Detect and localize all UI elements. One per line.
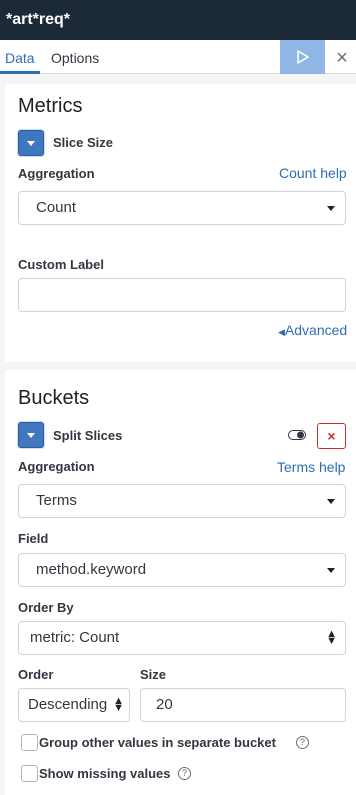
updown-icon: ▲ ▼ xyxy=(113,695,124,714)
group-other-checkbox[interactable] xyxy=(21,734,38,751)
metric-agg-name: Slice Size xyxy=(53,135,113,150)
size-input[interactable]: 20 xyxy=(140,688,346,722)
chevron-down-icon xyxy=(327,206,335,211)
visualization-title: *art*req* xyxy=(6,11,71,28)
show-missing-label: Show missing values xyxy=(39,766,171,781)
field-select[interactable]: method.keyword xyxy=(18,553,346,587)
bucket-aggregation-value: Terms xyxy=(36,492,77,509)
bucket-aggregation-label: Aggregation xyxy=(18,459,95,474)
advanced-label: Advanced xyxy=(284,322,348,338)
buckets-panel: Buckets Split Slices × Aggregation Terms… xyxy=(5,370,356,795)
order-value: Descending xyxy=(28,696,108,713)
chevron-down-icon xyxy=(27,432,35,438)
order-by-select[interactable]: metric: Count ▲ ▼ xyxy=(18,621,346,655)
bucket-toggle-button[interactable] xyxy=(18,422,44,448)
title-bar: *art*req* xyxy=(0,0,356,40)
field-label: Field xyxy=(18,531,49,546)
help-icon[interactable]: ? xyxy=(296,736,309,749)
chevron-down-icon xyxy=(27,140,35,146)
toggle-enabled-icon[interactable] xyxy=(288,430,306,440)
buckets-heading: Buckets xyxy=(18,387,90,409)
chevron-down-icon xyxy=(327,499,335,504)
updown-icon: ▲ ▼ xyxy=(326,628,337,647)
count-help-link[interactable]: Count help xyxy=(279,165,347,181)
tab-data[interactable]: Data xyxy=(5,50,35,66)
metric-aggregation-value: Count xyxy=(36,199,77,216)
order-label: Order xyxy=(18,667,54,682)
metric-aggregation-label: Aggregation xyxy=(18,166,95,181)
tab-options[interactable]: Options xyxy=(51,50,99,66)
order-by-label: Order By xyxy=(18,600,74,615)
bucket-aggregation-select[interactable]: Terms xyxy=(18,484,346,518)
group-other-label: Group other values in separate bucket xyxy=(39,735,276,750)
close-icon[interactable]: × xyxy=(332,48,352,68)
custom-label-label: Custom Label xyxy=(18,257,104,272)
order-by-value: metric: Count xyxy=(30,629,120,646)
bucket-agg-name: Split Slices xyxy=(53,428,123,443)
metrics-heading: Metrics xyxy=(18,95,83,117)
metric-toggle-button[interactable] xyxy=(18,130,44,156)
chevron-down-icon xyxy=(327,568,335,573)
help-icon[interactable]: ? xyxy=(178,767,191,780)
chevron-left-icon: ◀ xyxy=(278,327,285,337)
apply-changes-button[interactable] xyxy=(280,40,325,74)
advanced-toggle-link[interactable]: ◀Advanced xyxy=(278,322,347,338)
size-label: Size xyxy=(140,667,167,682)
field-value: method.keyword xyxy=(36,561,147,578)
metric-aggregation-select[interactable]: Count xyxy=(18,191,346,225)
remove-bucket-button[interactable]: × xyxy=(317,423,346,449)
order-select[interactable]: Descending ▲ ▼ xyxy=(18,688,130,722)
metrics-panel: Metrics Slice Size Aggregation Count hel… xyxy=(5,84,356,362)
play-icon xyxy=(296,50,309,64)
close-icon: × xyxy=(327,428,336,444)
active-tab-indicator xyxy=(0,71,40,74)
custom-label-input[interactable] xyxy=(18,278,346,312)
terms-help-link[interactable]: Terms help xyxy=(277,459,345,475)
show-missing-checkbox[interactable] xyxy=(21,765,38,782)
